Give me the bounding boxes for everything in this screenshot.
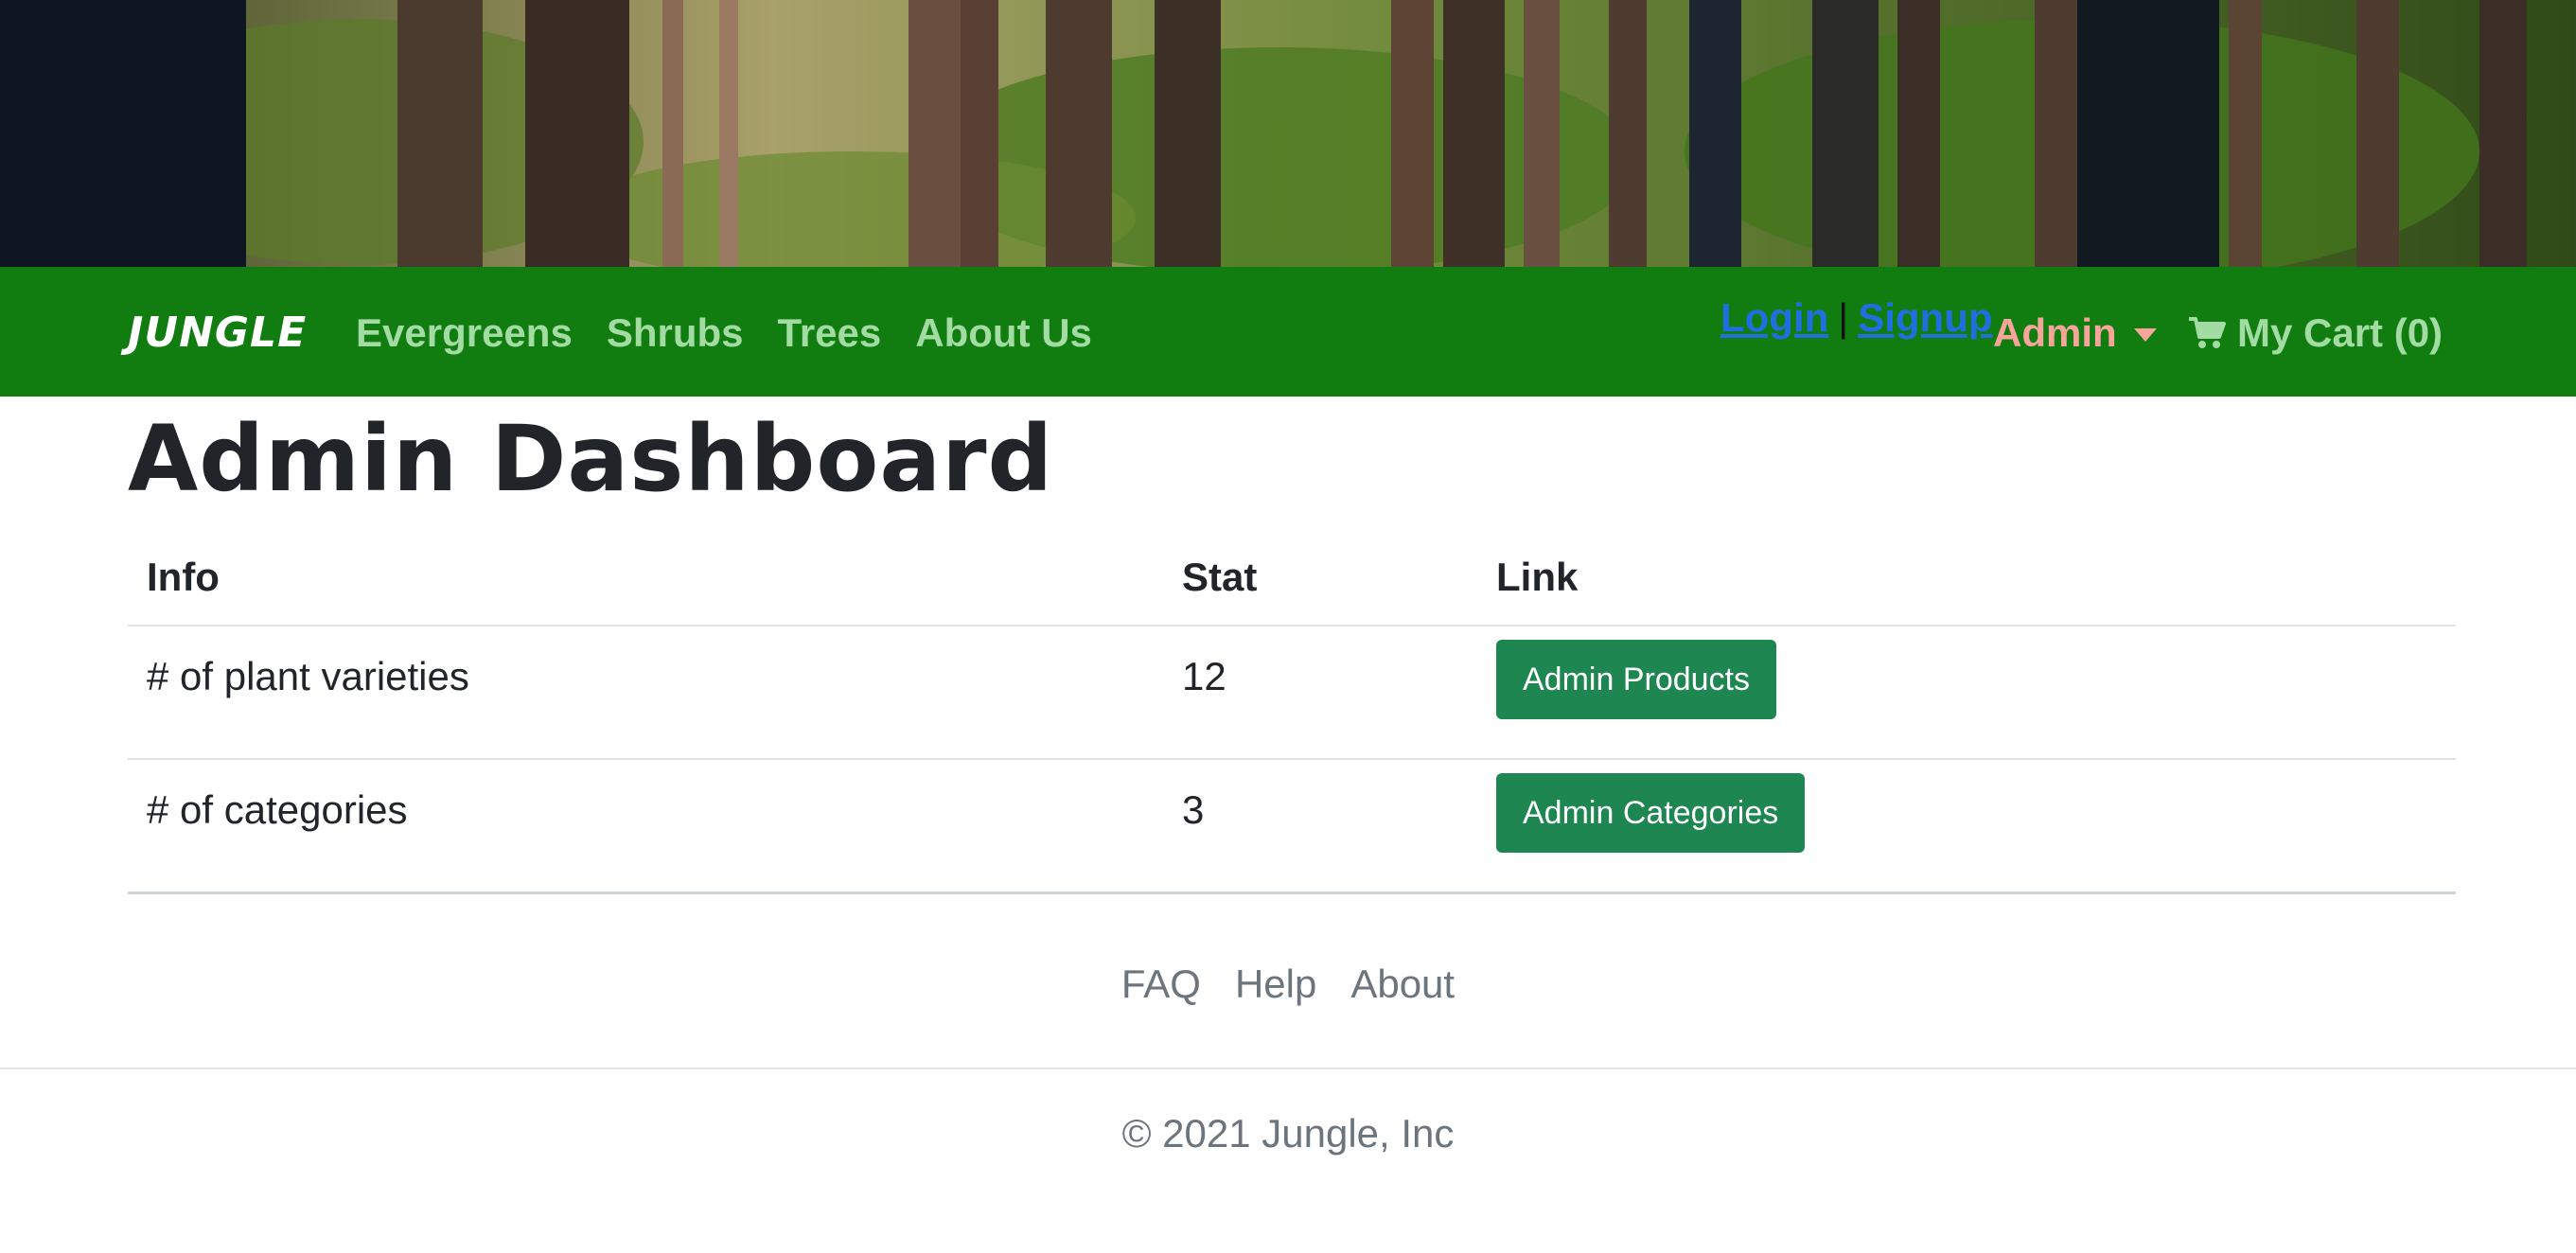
column-header-info: Info	[128, 539, 1163, 626]
login-link[interactable]: Login	[1720, 290, 1828, 346]
admin-categories-button[interactable]: Admin Categories	[1496, 773, 1806, 853]
cell-info: # of plant varieties	[128, 626, 1163, 760]
table-header-row: Info Stat Link	[128, 539, 2456, 626]
nav-link-shrubs[interactable]: Shrubs	[607, 305, 744, 362]
cart-icon	[2189, 317, 2226, 348]
cell-info: # of categories	[128, 759, 1163, 894]
admin-dropdown-label: Admin	[1993, 310, 2117, 355]
admin-products-button[interactable]: Admin Products	[1496, 640, 1776, 719]
auth-separator: |	[1838, 295, 1849, 340]
cart-link[interactable]: My Cart (0)	[2188, 305, 2443, 362]
auth-links: Login | Signup	[1720, 290, 1993, 346]
copyright-text: © 2021 Jungle, Inc	[1121, 1111, 1455, 1156]
admin-dropdown[interactable]: Admin	[1993, 305, 2157, 362]
footer-link-about[interactable]: About	[1350, 956, 1455, 1013]
cart-label: My Cart (0)	[2237, 310, 2444, 355]
caret-down-icon	[2133, 328, 2157, 342]
footer-link-help[interactable]: Help	[1235, 956, 1316, 1013]
column-header-stat: Stat	[1163, 539, 1477, 626]
footer-divider	[0, 1068, 2576, 1069]
signup-link[interactable]: Signup	[1858, 290, 1992, 346]
nav-links: Evergreens Shrubs Trees About Us	[356, 305, 1092, 362]
footer-link-faq[interactable]: FAQ	[1121, 956, 1201, 1013]
nav-link-evergreens[interactable]: Evergreens	[356, 305, 573, 362]
main-navbar: JUNGLE Evergreens Shrubs Trees About Us …	[0, 267, 2576, 397]
nav-link-trees[interactable]: Trees	[778, 305, 882, 362]
cell-link: Admin Products	[1477, 626, 2456, 760]
cell-stat: 12	[1163, 626, 1477, 760]
forest-hero-image	[0, 0, 2576, 267]
table-row: # of categories 3 Admin Categories	[128, 759, 2456, 894]
brand-logo[interactable]: JUNGLE	[128, 305, 307, 362]
cell-stat: 3	[1163, 759, 1477, 894]
column-header-link: Link	[1477, 539, 2456, 626]
stats-table: Info Stat Link # of plant varieties 12 A…	[128, 539, 2456, 894]
page-title: Admin Dashboard	[128, 406, 1054, 512]
table-row: # of plant varieties 12 Admin Products	[128, 626, 2456, 760]
cell-link: Admin Categories	[1477, 759, 2456, 894]
nav-link-about-us[interactable]: About Us	[915, 305, 1092, 362]
footer-links: FAQ Help About	[0, 956, 2576, 1013]
forest-illustration	[0, 0, 2576, 267]
